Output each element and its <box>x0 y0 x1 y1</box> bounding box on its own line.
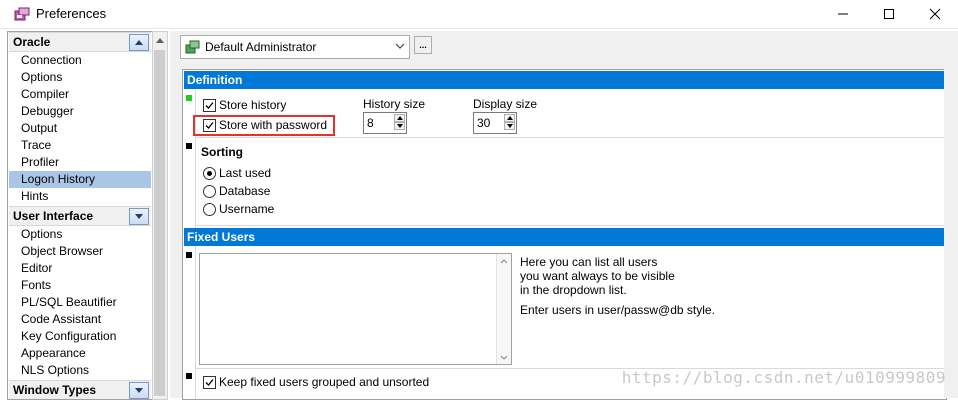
close-icon <box>929 8 941 20</box>
fixed-users-help-line2: you want always to be visible <box>520 269 675 283</box>
scroll-up-button[interactable] <box>499 256 509 266</box>
app-icon <box>14 6 30 22</box>
list-scrollbar[interactable] <box>496 254 511 364</box>
radio-dot <box>207 171 212 176</box>
fixed-users-help-line3: in the dropdown list. <box>520 283 627 297</box>
preferences-panel: Default Administrator ... Definition Sto… <box>170 31 958 400</box>
checkmark-icon <box>205 122 214 129</box>
spin-up-icon <box>396 116 403 120</box>
tree-item-connection[interactable]: Connection <box>9 52 151 69</box>
keep-grouped-label: Keep fixed users grouped and unsorted <box>219 375 430 389</box>
spin-up-icon <box>506 116 513 120</box>
spin-down-icon <box>396 124 403 128</box>
tree-item-output[interactable]: Output <box>9 120 151 137</box>
keep-grouped-checkbox[interactable] <box>203 376 216 389</box>
spin-up-button[interactable] <box>394 114 405 122</box>
radio-database[interactable] <box>203 185 216 198</box>
fixed-users-help-line1: Here you can list all users <box>520 255 658 269</box>
store-with-password-label: Store with password <box>219 118 328 132</box>
spin-down-button[interactable] <box>394 122 405 130</box>
history-size-label: History size <box>363 97 426 111</box>
tree-item-editor[interactable]: Editor <box>9 260 151 277</box>
preferences-tree: Oracle Connection Options Compiler Debug… <box>7 31 153 400</box>
scroll-up-icon <box>500 258 508 263</box>
display-size-spinner[interactable]: 30 <box>473 112 517 134</box>
sorting-label: Sorting <box>201 145 243 159</box>
window-title: Preferences <box>36 6 107 21</box>
panel-scrollbar[interactable] <box>944 31 958 398</box>
user-icon <box>185 39 201 55</box>
tree-scrollbar[interactable] <box>152 31 168 400</box>
collapse-button[interactable] <box>129 34 149 51</box>
row-marker <box>186 373 192 379</box>
watermark-text: https://blog.csdn.net/u010999809 <box>621 368 946 387</box>
tree-item-ui-options[interactable]: Options <box>9 226 151 243</box>
radio-username-label: Username <box>219 202 275 216</box>
row-marker <box>186 252 192 258</box>
chevron-up-icon <box>135 40 143 45</box>
radio-last-used[interactable] <box>203 167 216 180</box>
dropdown-arrow[interactable] <box>393 39 407 53</box>
radio-database-label: Database <box>219 184 271 198</box>
row-divider <box>195 137 945 138</box>
store-with-password-checkbox[interactable] <box>203 119 216 132</box>
row-marker <box>186 143 192 149</box>
fixed-users-help-line4: Enter users in user/passw@db style. <box>520 303 715 317</box>
fixed-users-list[interactable] <box>199 253 512 365</box>
expand-button[interactable] <box>129 382 149 399</box>
tree-item-options[interactable]: Options <box>9 69 151 86</box>
chevron-down-icon <box>135 388 143 393</box>
group-header-oracle[interactable]: Oracle <box>9 32 151 52</box>
tree-item-logon-history[interactable]: Logon History <box>9 171 151 188</box>
row-divider <box>195 225 945 226</box>
scroll-down-button[interactable] <box>499 352 509 362</box>
store-history-label: Store history <box>219 98 287 112</box>
definition-header: Definition <box>184 71 945 89</box>
radio-username[interactable] <box>203 203 216 216</box>
history-size-spinner[interactable]: 8 <box>363 112 407 134</box>
title-bar: Preferences <box>0 0 958 29</box>
tree-item-key-configuration[interactable]: Key Configuration <box>9 328 151 345</box>
group-header-user-interface[interactable]: User Interface <box>9 206 151 226</box>
minimize-icon <box>838 13 848 15</box>
tree-item-plsql-beautifier[interactable]: PL/SQL Beautifier <box>9 294 151 311</box>
checkmark-icon <box>205 102 214 109</box>
checkmark-icon <box>205 379 214 386</box>
tree-item-appearance[interactable]: Appearance <box>9 345 151 362</box>
tree-item-code-assistant[interactable]: Code Assistant <box>9 311 151 328</box>
minimize-button[interactable] <box>820 0 866 28</box>
chevron-down-icon <box>135 214 143 219</box>
spin-down-icon <box>506 124 513 128</box>
close-button[interactable] <box>912 0 958 28</box>
scroll-thumb[interactable] <box>154 50 165 396</box>
tree-item-hints[interactable]: Hints <box>9 188 151 205</box>
tree-item-profiler[interactable]: Profiler <box>9 154 151 171</box>
user-select[interactable]: Default Administrator <box>180 35 410 59</box>
scroll-up-button[interactable] <box>153 32 167 49</box>
maximize-button[interactable] <box>866 0 912 28</box>
tree-item-compiler[interactable]: Compiler <box>9 86 151 103</box>
tree-item-fonts[interactable]: Fonts <box>9 277 151 294</box>
tree-item-nls-options[interactable]: NLS Options <box>9 362 151 379</box>
store-history-checkbox[interactable] <box>203 99 216 112</box>
scroll-down-icon <box>500 355 508 360</box>
spin-down-button[interactable] <box>504 122 515 130</box>
expand-button[interactable] <box>129 208 149 225</box>
fixed-users-header: Fixed Users <box>184 228 945 246</box>
user-options-button[interactable]: ... <box>414 36 432 54</box>
tree-item-trace[interactable]: Trace <box>9 137 151 154</box>
group-header-window-types[interactable]: Window Types <box>9 380 151 399</box>
tree-item-object-browser[interactable]: Object Browser <box>9 243 151 260</box>
settings-content: Definition Store history Store with pass… <box>182 69 947 400</box>
maximize-icon <box>884 9 894 19</box>
tree-item-debugger[interactable]: Debugger <box>9 103 151 120</box>
display-size-label: Display size <box>473 97 538 111</box>
row-marker-green <box>186 95 192 101</box>
radio-last-used-label: Last used <box>219 166 272 180</box>
chevron-down-icon <box>395 43 405 49</box>
scroll-up-icon <box>156 38 164 43</box>
spin-up-button[interactable] <box>504 114 515 122</box>
